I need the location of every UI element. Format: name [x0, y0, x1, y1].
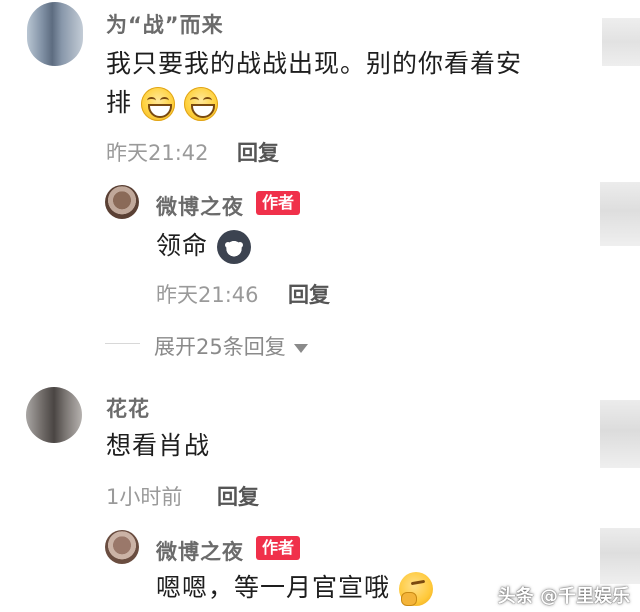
like-icon-blurred-4[interactable] — [600, 528, 640, 584]
comment-timestamp: 昨天21:42 — [106, 141, 209, 165]
like-icon-blurred-1[interactable] — [602, 18, 640, 66]
comment-text-line2: 排 — [106, 85, 218, 121]
avatar[interactable] — [27, 2, 83, 66]
reply-button[interactable]: 回复 — [288, 279, 330, 309]
like-icon-blurred-3[interactable] — [600, 400, 640, 468]
thinking-emoji-icon — [398, 572, 433, 606]
reply-text-line: 领命 — [156, 228, 251, 264]
avatar[interactable] — [26, 387, 82, 443]
reply-text: 嗯嗯，等一月官宣哦 — [156, 573, 391, 602]
caret-down-icon — [293, 343, 308, 353]
like-icon-blurred-2[interactable] — [600, 182, 640, 246]
comment-text-cont: 排 — [106, 88, 133, 117]
reply-text-line: 嗯嗯，等一月官宣哦 — [156, 570, 433, 606]
reply-author[interactable]: 微博之夜 — [156, 536, 244, 566]
reply-button[interactable]: 回复 — [217, 481, 259, 511]
grin-emoji-icon — [140, 87, 175, 121]
watermark: 头条 @千里娱乐 — [497, 586, 630, 607]
comment-author[interactable]: 花花 — [106, 393, 150, 423]
author-badge: 作者 — [256, 536, 301, 560]
comment-text: 想看肖战 — [106, 431, 211, 460]
avatar[interactable] — [105, 530, 139, 564]
author-badge: 作者 — [256, 191, 301, 215]
divider — [105, 343, 140, 344]
reply-author[interactable]: 微博之夜 — [156, 191, 244, 221]
husky-emoji-icon — [216, 230, 251, 264]
reply-button[interactable]: 回复 — [237, 137, 279, 167]
comment-author[interactable]: 为“战”而来 — [106, 9, 224, 39]
expand-replies-label: 展开25条回复 — [154, 335, 286, 359]
reply-timestamp: 昨天21:46 — [156, 283, 259, 307]
comment-timestamp: 1小时前 — [106, 485, 183, 509]
grin-emoji-icon — [183, 87, 218, 121]
reply-text: 领命 — [156, 231, 209, 260]
avatar[interactable] — [105, 185, 139, 219]
expand-replies-button[interactable]: 展开25条回复 — [154, 331, 308, 361]
comment-text: 我只要我的战战出现。别的你看着安 — [106, 49, 523, 78]
